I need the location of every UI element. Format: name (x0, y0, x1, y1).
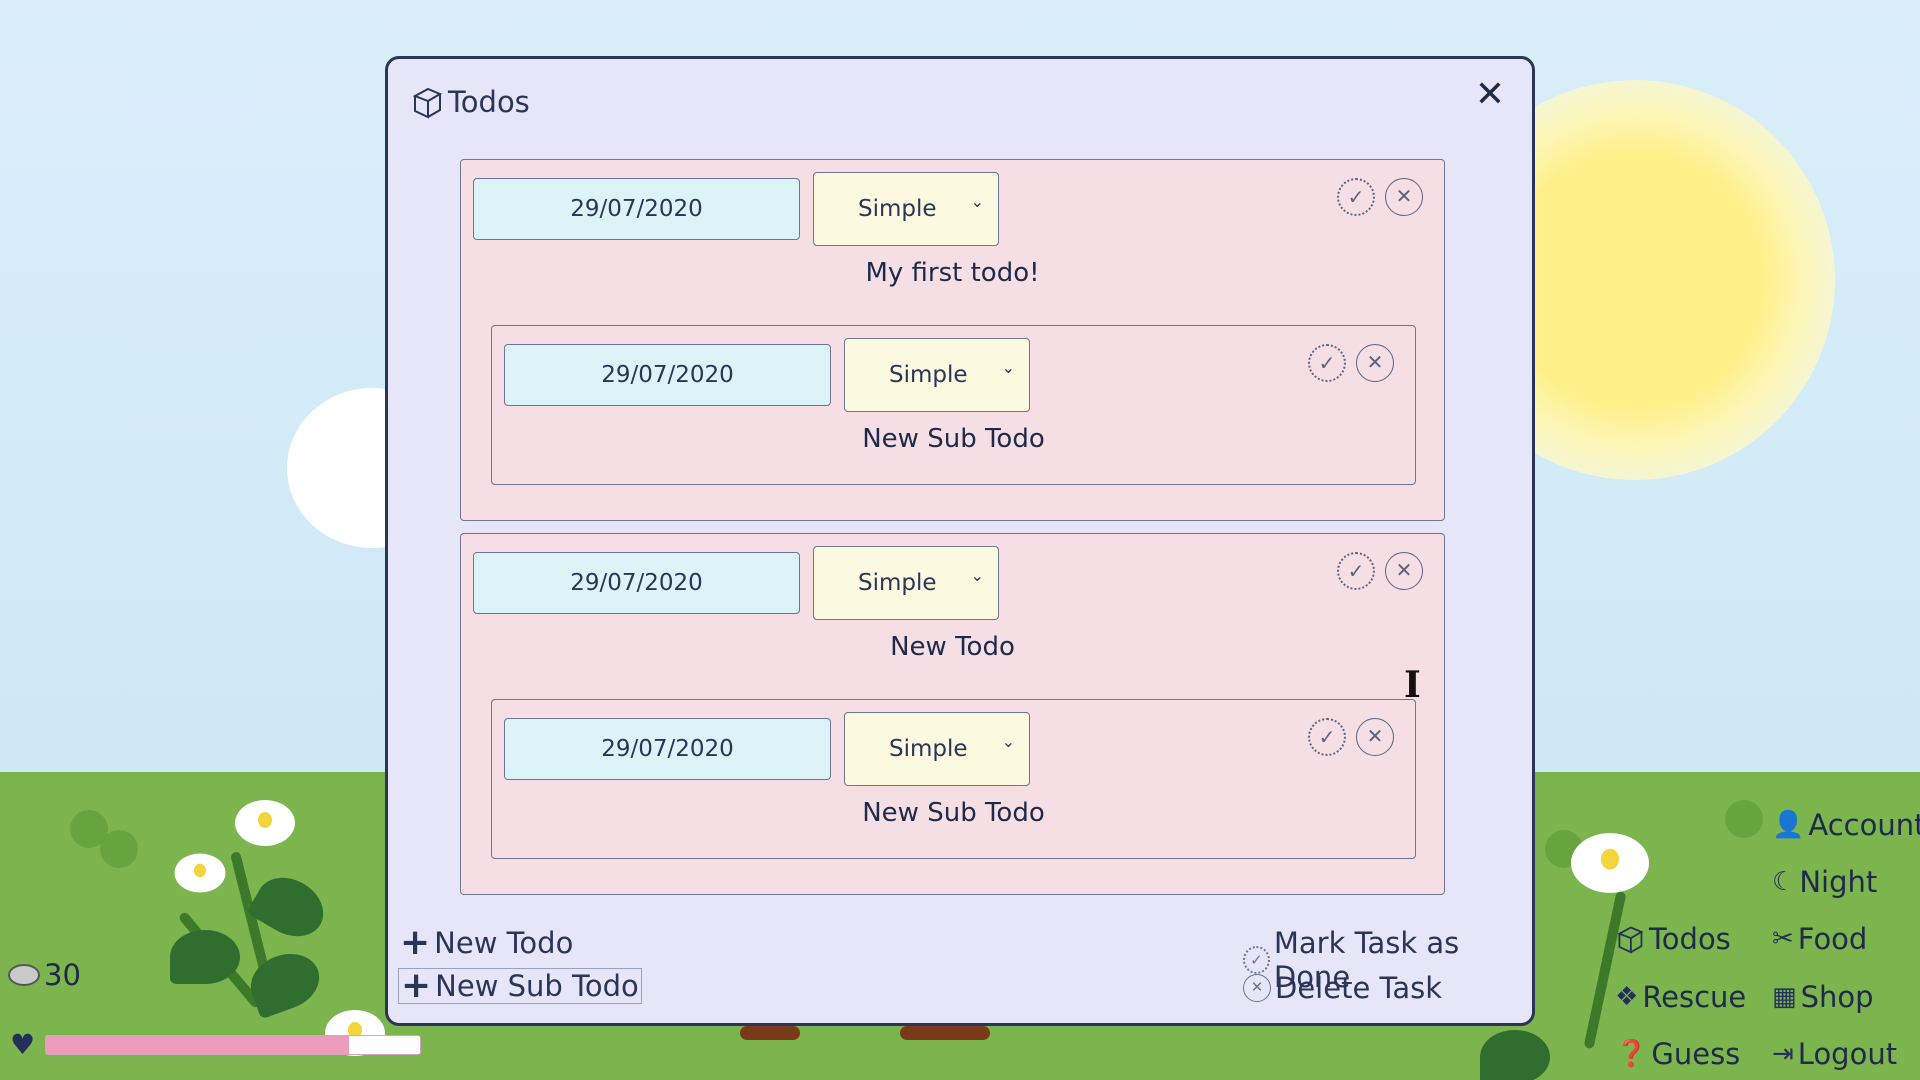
difficulty-value: Simple (889, 362, 968, 388)
chevron-down-icon: ⌄ (970, 192, 984, 211)
book-icon (412, 87, 443, 119)
store-icon: ▦ (1772, 982, 1797, 1012)
todo-item: 29/07/2020 Simple ⌄ ✓ ✕ New Todo 29/07/2… (460, 533, 1445, 895)
close-icon[interactable]: ✕ (1470, 75, 1510, 115)
x-circle-icon: ✕ (1243, 974, 1271, 1002)
subtodo-text[interactable]: New Sub Todo (492, 798, 1415, 828)
chevron-down-icon: ⌄ (1001, 732, 1015, 751)
new-sub-todo-button[interactable]: + New Sub Todo (398, 968, 642, 1004)
date-input[interactable]: 29/07/2020 (473, 178, 800, 240)
tree-trunk (740, 1026, 800, 1040)
coins-icon (8, 964, 40, 986)
nav-account-label: Account (1808, 808, 1920, 842)
coin-counter: 30 (8, 958, 81, 992)
todo-text[interactable]: New Todo (461, 632, 1444, 662)
plus-icon: + (400, 922, 431, 963)
nav-rescue-label: Rescue (1642, 980, 1747, 1014)
nav-logout[interactable]: ⇥ Logout (1772, 1037, 1897, 1071)
health-display: ♥ (10, 1028, 422, 1061)
clover-decoration (1725, 800, 1763, 838)
difficulty-select[interactable]: Simple ⌄ (844, 712, 1030, 786)
health-bar-fill (46, 1035, 350, 1054)
subtodo-item: 29/07/2020 Simple ⌄ ✓ ✕ New Sub Todo (491, 699, 1416, 859)
text-cursor-icon: I (1404, 664, 1421, 706)
delete-button[interactable]: ✕ (1356, 344, 1394, 382)
mark-done-button[interactable]: ✓ (1308, 344, 1346, 382)
delete-button[interactable]: ✕ (1356, 718, 1394, 756)
chevron-down-icon: ⌄ (1001, 358, 1015, 377)
mark-done-button[interactable]: ✓ (1308, 718, 1346, 756)
legend-delete: ✕ Delete Task (1243, 971, 1442, 1005)
check-circle-icon: ✓ (1243, 946, 1270, 974)
utensils-icon: ✂ (1772, 924, 1794, 954)
subtodo-item: 29/07/2020 Simple ⌄ ✓ ✕ New Sub Todo (491, 325, 1416, 485)
difficulty-select[interactable]: Simple ⌄ (813, 546, 999, 620)
nav-guess-label: Guess (1651, 1037, 1741, 1071)
clover-decoration (100, 830, 138, 868)
modal-footer: + New Todo + New Sub Todo ✓ Mark Task as… (388, 914, 1532, 1014)
delete-button[interactable]: ✕ (1385, 178, 1423, 216)
nav-rescue[interactable]: ❖ Rescue (1615, 980, 1746, 1014)
nav-logout-label: Logout (1797, 1037, 1898, 1071)
nav-todos[interactable]: Todos (1615, 922, 1731, 956)
flower-decoration (1571, 833, 1649, 893)
subtodo-text[interactable]: New Sub Todo (492, 424, 1415, 454)
book-icon (1617, 926, 1644, 954)
leaf-decoration (1480, 1030, 1550, 1080)
heart-icon: ♥ (10, 1028, 36, 1061)
difficulty-select[interactable]: Simple ⌄ (813, 172, 999, 246)
chevron-down-icon: ⌄ (970, 566, 984, 585)
mark-done-button[interactable]: ✓ (1337, 178, 1375, 216)
todo-text[interactable]: My first todo! (461, 258, 1444, 288)
nav-food-label: Food (1797, 922, 1868, 956)
boxes-icon: ❖ (1615, 982, 1639, 1012)
date-input[interactable]: 29/07/2020 (504, 718, 831, 780)
coin-count: 30 (44, 958, 81, 992)
new-sub-todo-label: New Sub Todo (435, 969, 639, 1003)
difficulty-value: Simple (858, 570, 937, 596)
nav-shop-label: Shop (1800, 980, 1874, 1014)
modal-title: Todos (410, 85, 530, 119)
plus-icon: + (401, 965, 432, 1006)
question-icon: ❓ (1615, 1039, 1648, 1069)
difficulty-value: Simple (858, 196, 937, 222)
nav-guess[interactable]: ❓ Guess (1615, 1037, 1740, 1071)
todos-modal: Todos ✕ 29/07/2020 Simple ⌄ ✓ ✕ My first… (385, 56, 1535, 1026)
nav-food[interactable]: ✂ Food (1772, 922, 1867, 956)
moon-icon: ☾ (1772, 867, 1796, 897)
delete-button[interactable]: ✕ (1385, 552, 1423, 590)
legend-delete-label: Delete Task (1275, 971, 1443, 1005)
flower-decoration (235, 800, 295, 846)
nav-account[interactable]: 👤 Account (1772, 808, 1920, 842)
date-input[interactable]: 29/07/2020 (504, 344, 831, 406)
logout-icon: ⇥ (1772, 1039, 1794, 1069)
difficulty-value: Simple (889, 736, 968, 762)
difficulty-select[interactable]: Simple ⌄ (844, 338, 1030, 412)
health-bar (45, 1034, 422, 1055)
date-input[interactable]: 29/07/2020 (473, 552, 800, 614)
todo-item: 29/07/2020 Simple ⌄ ✓ ✕ My first todo! 2… (460, 159, 1445, 521)
nav-todos-label: Todos (1649, 922, 1731, 956)
modal-title-text: Todos (448, 85, 530, 119)
user-icon: 👤 (1772, 810, 1805, 840)
new-todo-button[interactable]: + New Todo (400, 922, 574, 963)
nav-night-label: Night (1799, 865, 1878, 899)
nav-shop[interactable]: ▦ Shop (1772, 980, 1874, 1014)
leaf-decoration (170, 930, 240, 984)
mark-done-button[interactable]: ✓ (1337, 552, 1375, 590)
tree-trunk (900, 1026, 990, 1040)
nav-night[interactable]: ☾ Night (1772, 865, 1877, 899)
new-todo-label: New Todo (434, 926, 574, 960)
flower-decoration (174, 853, 226, 893)
todo-list: 29/07/2020 Simple ⌄ ✓ ✕ My first todo! 2… (460, 159, 1445, 895)
